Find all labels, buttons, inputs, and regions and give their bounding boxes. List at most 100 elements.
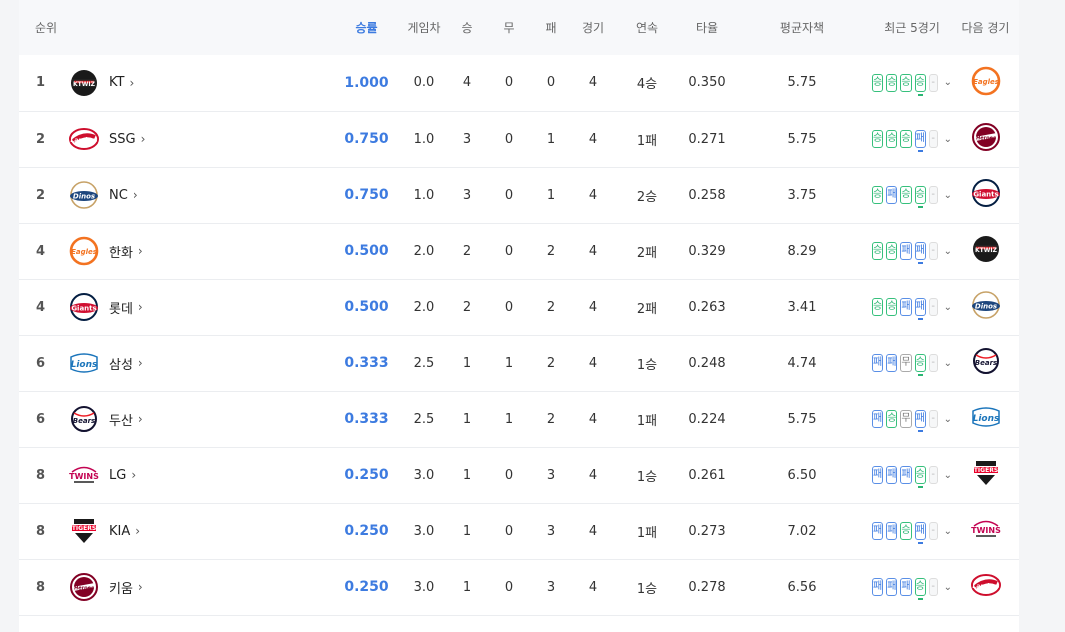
header-draws[interactable]: 무 [490,0,528,55]
recent-result-3[interactable]: 승 [900,73,912,92]
rank-cell: 8 [36,467,46,483]
wins-cell: 1 [462,579,472,595]
header-games[interactable]: 경기 [574,0,612,55]
recent-result-2[interactable]: 패 [886,578,898,596]
team-link[interactable]: 키움 › [68,571,329,603]
recent-result-3[interactable]: 승 [900,130,912,148]
header-avg[interactable]: 타율 [682,0,732,55]
recent-result-3[interactable]: 패 [900,298,912,316]
recent-result-4[interactable]: 승 [914,73,926,96]
recent-result-2[interactable]: 승 [886,298,898,316]
next-opponent-logo[interactable] [970,513,1002,545]
next-opponent-logo[interactable] [970,457,1002,489]
next-game-cell [952,503,1019,559]
recent-result-4[interactable]: 패 [914,410,926,432]
recent-result-2[interactable]: 패 [886,354,898,372]
recent-result-4[interactable]: 승 [914,466,926,488]
recent-result-2[interactable]: 패 [886,466,898,484]
recent-result-1[interactable]: 승 [872,186,884,204]
chevron-down-icon[interactable]: ⌄ [944,302,952,313]
recent-result-1[interactable]: 승 [872,73,884,92]
recent-result-4[interactable]: 패 [914,298,926,320]
next-opponent-logo[interactable] [970,233,1002,265]
recent-result-1[interactable]: 승 [872,130,884,148]
avg-cell: 0.261 [688,467,726,483]
header-era[interactable]: 평균자책 [732,0,872,55]
recent-result-4[interactable]: 패 [914,130,926,152]
pct-cell: 0.333 [344,355,389,371]
wins-cell: 1 [462,355,472,371]
chevron-right-icon: › [137,300,143,314]
header-streak[interactable]: 연속 [612,0,682,55]
gb-cell: 2.5 [413,355,435,371]
recent-result-3[interactable]: 승 [900,186,912,204]
recent-result-4[interactable]: 승 [914,578,926,600]
chevron-down-icon[interactable]: ⌄ [944,190,952,201]
recent-result-3[interactable]: 승 [900,522,912,540]
recent-result-4[interactable]: 승 [914,186,926,208]
header-rank[interactable]: 순위 [19,0,65,55]
recent-result-1[interactable]: 패 [872,410,884,428]
chevron-down-icon[interactable]: ⌄ [944,414,952,425]
team-link[interactable]: 한화 › [68,235,329,267]
next-opponent-logo[interactable] [970,345,1002,377]
team-link[interactable]: 롯데 › [68,291,329,323]
recent-result-1[interactable]: 승 [872,298,884,316]
header-pct[interactable]: 승률 [329,0,404,55]
team-link[interactable]: 삼성 › [68,347,329,379]
recent-result-1[interactable]: 패 [872,354,884,372]
team-link[interactable]: SSG › [68,123,329,155]
team-link[interactable]: 두산 › [68,403,329,435]
chevron-down-icon[interactable]: ⌄ [944,582,952,593]
recent-results: 패 패 무 승 - ⌄ [872,354,952,376]
recent-result-3[interactable]: 패 [900,578,912,596]
recent-result-4[interactable]: 승 [914,354,926,376]
next-opponent-logo[interactable] [970,177,1002,209]
recent-result-1[interactable]: 패 [872,466,884,484]
chevron-down-icon[interactable]: ⌄ [944,526,952,537]
recent-result-2[interactable]: 승 [886,242,898,260]
recent-result-2[interactable]: 승 [886,410,898,428]
games-cell: 4 [588,411,598,427]
chevron-down-icon[interactable]: ⌄ [944,246,952,257]
next-opponent-logo[interactable] [970,401,1002,433]
recent-result-2[interactable]: 패 [886,522,898,540]
recent-result-1[interactable]: 패 [872,578,884,596]
header-losses[interactable]: 패 [528,0,574,55]
next-opponent-logo[interactable] [970,65,1002,97]
next-opponent-logo[interactable] [970,121,1002,153]
chevron-down-icon[interactable]: ⌄ [944,77,952,88]
recent-result-3[interactable]: 패 [900,242,912,260]
team-link[interactable]: NC › [68,179,329,211]
team-link[interactable]: KIA › [68,515,329,547]
recent-result-2[interactable]: 승 [886,130,898,148]
recent-results: 패 패 패 승 - ⌄ [872,578,952,600]
gb-cell: 2.0 [413,243,435,259]
next-game-cell [952,559,1019,615]
header-wins[interactable]: 승 [444,0,490,55]
wins-cell: 4 [462,75,472,91]
recent-result-2[interactable]: 승 [886,73,898,92]
team-logo [68,571,100,603]
team-link[interactable]: KT › [68,67,329,99]
recent-result-1[interactable]: 패 [872,522,884,540]
next-opponent-logo[interactable] [970,289,1002,321]
games-cell: 4 [588,467,598,483]
team-link[interactable]: LG › [68,459,329,491]
recent-result-2[interactable]: 패 [886,186,898,204]
chevron-down-icon[interactable]: ⌄ [944,470,952,481]
team-cell: 롯데 › [65,279,329,335]
recent-result-3[interactable]: 패 [900,466,912,484]
recent-result-3[interactable]: 무 [900,410,912,428]
chevron-down-icon[interactable]: ⌄ [944,358,952,369]
chevron-down-icon[interactable]: ⌄ [944,134,952,145]
recent-result-3[interactable]: 무 [900,354,912,372]
era-cell: 8.29 [787,243,817,259]
draws-cell: 1 [504,411,514,427]
recent-result-1[interactable]: 승 [872,242,884,260]
next-opponent-logo[interactable] [970,569,1002,601]
header-gb[interactable]: 게임차 [404,0,444,55]
recent-result-4[interactable]: 패 [914,242,926,264]
next-game-cell [952,111,1019,167]
recent-result-4[interactable]: 패 [914,522,926,544]
